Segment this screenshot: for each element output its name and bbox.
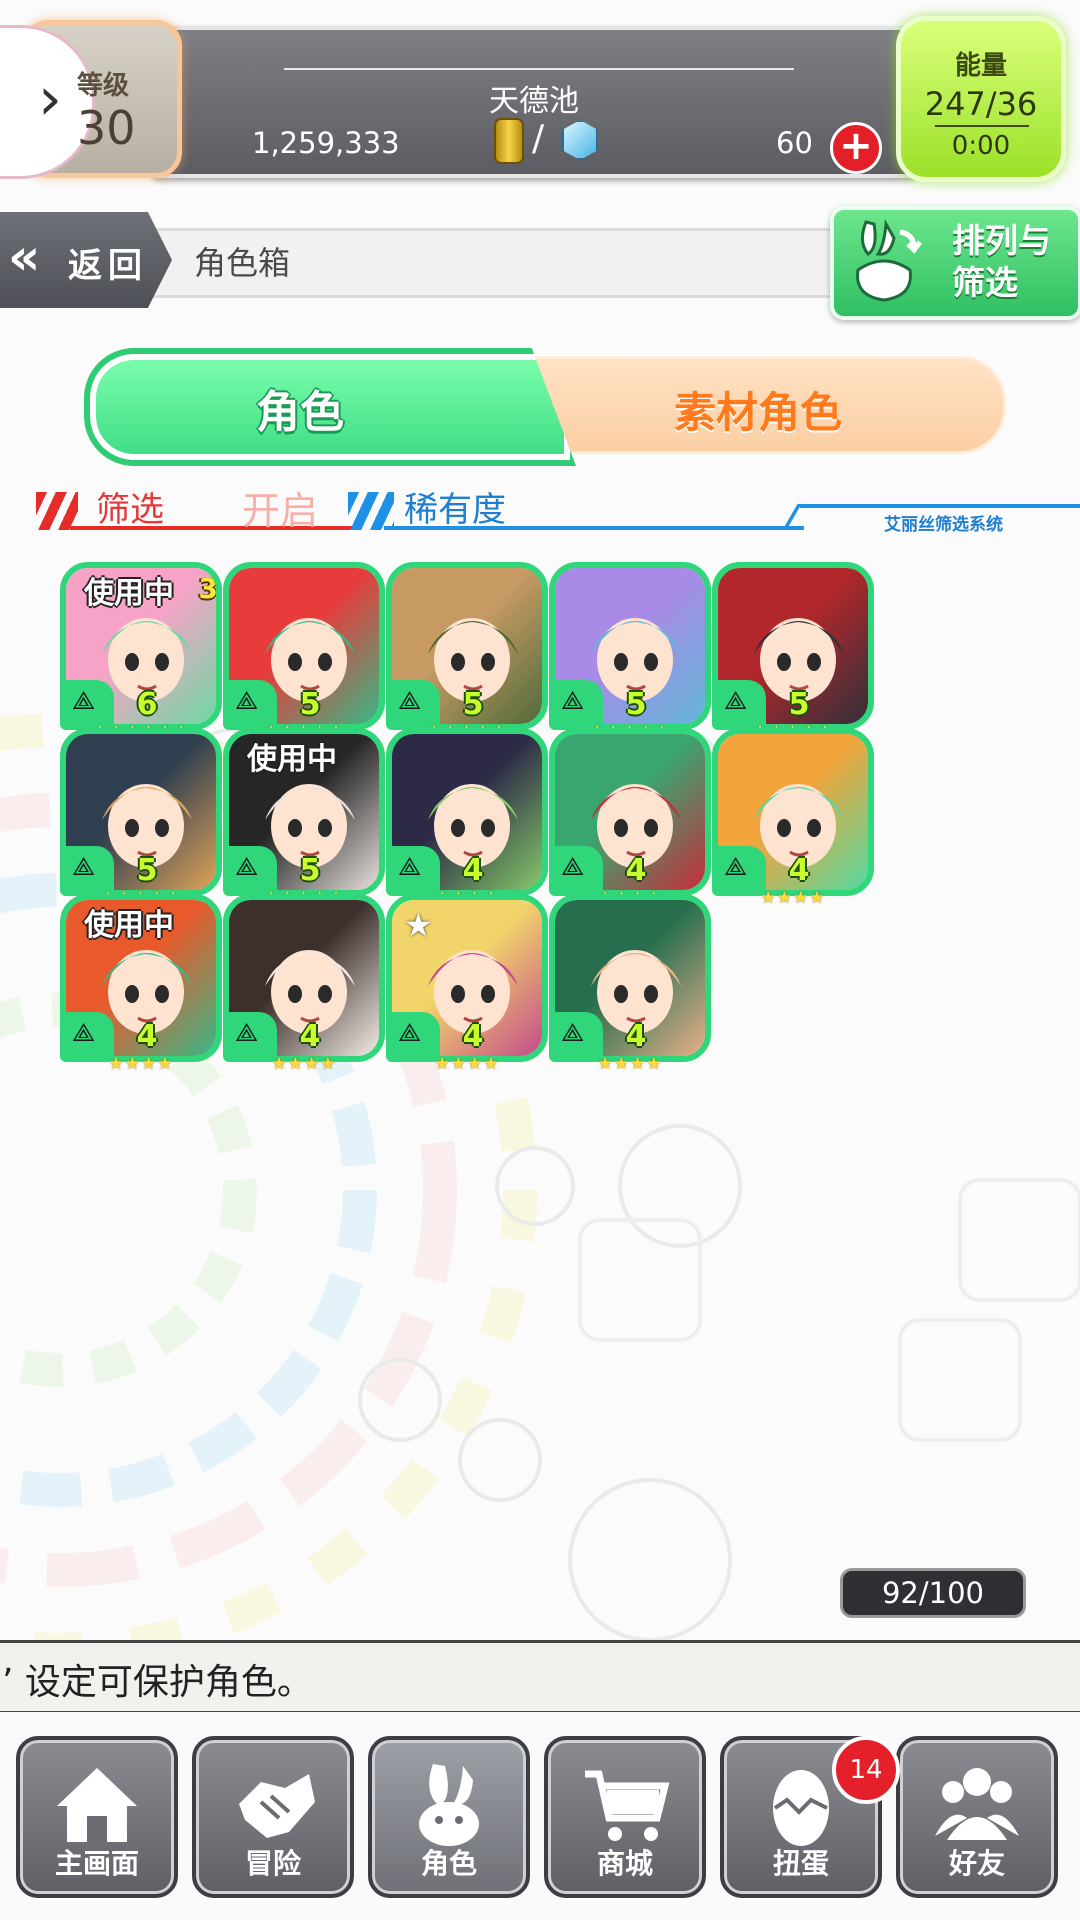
- in-use-label: 使用中: [247, 742, 337, 777]
- nav-button-6[interactable]: 好友: [896, 1736, 1058, 1898]
- nav-button-label: 角色: [420, 1847, 477, 1880]
- rarity-stars: ★★★★: [271, 1054, 337, 1074]
- sort-filter-label: 排列与筛选: [952, 221, 1051, 302]
- character-level: 4: [625, 1019, 647, 1054]
- filter-state[interactable]: 开启: [242, 480, 318, 535]
- character-level: 4: [299, 1019, 321, 1054]
- level-value: 30: [77, 101, 136, 155]
- energy-divider: [935, 125, 1029, 127]
- character-card[interactable]: ⟁ 5 使用中: [223, 728, 385, 896]
- nav-button-label: 好友: [948, 1847, 1005, 1880]
- character-card[interactable]: ⟁ 4: [549, 728, 711, 896]
- nav-button-4[interactable]: 商城: [544, 1736, 706, 1898]
- character-level: 5: [299, 853, 321, 888]
- filter-stripe-decoration: [36, 492, 78, 530]
- favorite-star-icon: ★: [404, 906, 433, 944]
- character-card[interactable]: ⟁ 4: [712, 728, 874, 896]
- tip-text: ’ 设定可保护角色。: [2, 1662, 313, 1703]
- nav-button-1[interactable]: 主画面: [16, 1736, 178, 1898]
- name-divider: [284, 68, 794, 70]
- character-level: 4: [625, 853, 647, 888]
- tab-characters-label: 角色: [256, 387, 344, 438]
- energy-label: 能量: [954, 51, 1007, 81]
- double-chevron-left-icon: «: [8, 228, 40, 286]
- character-card[interactable]: ⟁ 4: [386, 728, 548, 896]
- chevron-right-icon: ›: [38, 64, 62, 134]
- energy-timer: 0:00: [951, 131, 1011, 161]
- filter-toggle[interactable]: 筛选: [96, 482, 164, 531]
- sort-key[interactable]: 稀有度: [404, 482, 506, 531]
- notification-badge: 14: [832, 1736, 900, 1804]
- character-card[interactable]: ⟁ 5: [386, 562, 548, 730]
- character-card[interactable]: ⟁ 4: [223, 894, 385, 1062]
- friends-icon: [935, 1768, 1019, 1840]
- tip-ticker: ’ 设定可保护角色。: [0, 1640, 1080, 1714]
- currency-separator: /: [532, 118, 545, 159]
- character-level: 5: [788, 687, 810, 722]
- coin-count: 1,259,333: [252, 126, 400, 160]
- bottom-navigation: 主画面 冒险 角色 商城 扭蛋 好友: [0, 1712, 1080, 1920]
- level-label: 等级: [77, 71, 130, 101]
- sort-filter-button[interactable]: 排列与筛选: [830, 206, 1080, 320]
- rarity-stars: ★★★★: [434, 1054, 500, 1074]
- player-level: › 等级 30: [0, 20, 182, 179]
- rabbit-icon: [419, 1764, 479, 1846]
- gem-count: 60: [776, 126, 813, 160]
- rarity-stars: ★★★★: [108, 1054, 174, 1074]
- coin-icon: [494, 118, 524, 164]
- status-bar: 天德池 1,259,333 / 60 +: [150, 26, 918, 178]
- tab-characters[interactable]: 角色: [84, 348, 576, 466]
- nav-button-label: 主画面: [54, 1847, 139, 1880]
- energy-panel[interactable]: 能量 247/36 0:00: [896, 16, 1066, 182]
- character-level: 5: [625, 687, 647, 722]
- plus-value: 3: [198, 572, 218, 605]
- home-icon: [57, 1768, 137, 1842]
- handshake-icon: [239, 1774, 315, 1838]
- character-level: 5: [299, 687, 321, 722]
- character-level: 4: [462, 1019, 484, 1054]
- sort-stripe-decoration: [348, 492, 394, 530]
- character-card[interactable]: ⟁ 4 ★: [386, 894, 548, 1062]
- rarity-stars: ★★★★: [760, 888, 826, 908]
- character-level: 4: [788, 853, 810, 888]
- back-button[interactable]: « 返回: [0, 212, 172, 308]
- energy-value: 247/36: [924, 85, 1038, 123]
- nav-button-label: 扭蛋: [772, 1847, 829, 1880]
- character-card[interactable]: ⟁ 4 使用中: [60, 894, 222, 1062]
- box-capacity: 92/100: [840, 1568, 1026, 1618]
- character-card[interactable]: ⟁ 5: [712, 562, 874, 730]
- nav-button-2[interactable]: 冒险: [192, 1736, 354, 1898]
- nav-button-label: 商城: [596, 1847, 653, 1880]
- character-level: 5: [462, 687, 484, 722]
- player-name: 天德池: [489, 84, 579, 119]
- character-card[interactable]: ⟁ 5: [223, 562, 385, 730]
- back-label: 返回: [68, 246, 148, 286]
- character-level: 4: [462, 853, 484, 888]
- in-use-label: 使用中: [84, 908, 174, 943]
- nav-button-3[interactable]: 角色: [368, 1736, 530, 1898]
- nav-button-label: 冒险: [244, 1847, 301, 1880]
- character-card[interactable]: ⟁ 6 使用中 3: [60, 562, 222, 730]
- in-use-label: 使用中: [84, 576, 174, 611]
- cart-icon: [585, 1770, 670, 1841]
- character-level: 6: [136, 687, 158, 722]
- character-card[interactable]: ⟁ 5: [60, 728, 222, 896]
- character-level: 5: [136, 853, 158, 888]
- page-title: 角色箱: [194, 244, 291, 282]
- filter-system-label: 艾丽丝筛选系统: [884, 515, 1003, 535]
- gem-icon: [562, 120, 598, 160]
- sort-underline-right: [800, 504, 1080, 508]
- character-level: 4: [136, 1019, 158, 1054]
- rabbit-sort-icon: [856, 219, 922, 302]
- character-card[interactable]: ⟁ 5: [549, 562, 711, 730]
- buy-gems-button[interactable]: +: [830, 122, 882, 174]
- rarity-stars: ★★★★: [597, 1054, 663, 1074]
- character-card[interactable]: ⟁ 4: [549, 894, 711, 1062]
